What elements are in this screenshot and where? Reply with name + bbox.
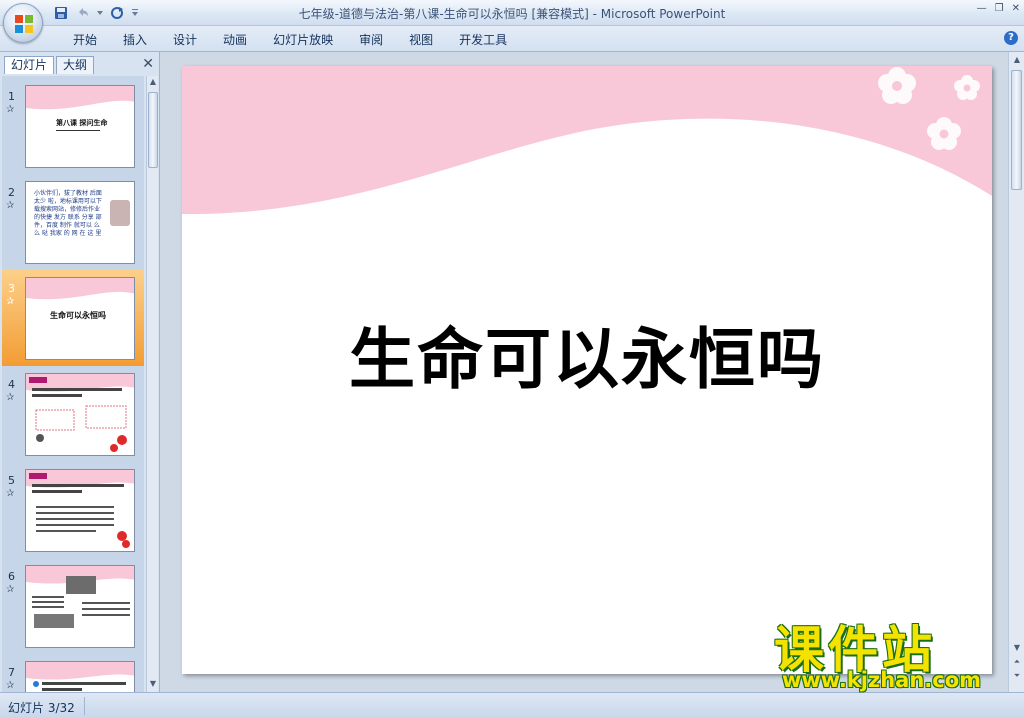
slide-number: 7 bbox=[8, 666, 15, 679]
thumbnail-list: 1 ✰ 第八课 探问生命 2 ✰ 小伙伴们，拔了教材 后面太少 啦，地标课用可以… bbox=[2, 76, 144, 692]
slide-thumbnail-2[interactable]: 2 ✰ 小伙伴们，拔了教材 后面太少 啦，地标课用可以下载搜索网站，修修后作业 … bbox=[2, 174, 144, 270]
thumbnail-preview bbox=[25, 469, 135, 552]
slide-number: 3 bbox=[8, 282, 15, 295]
thumbnail-preview bbox=[25, 373, 135, 456]
thumbnail-preview: 第八课 探问生命 bbox=[25, 85, 135, 168]
thumbnail-preview bbox=[25, 565, 135, 648]
transition-icon: ✰ bbox=[6, 296, 15, 307]
tab-home[interactable]: 开始 bbox=[60, 32, 110, 48]
tab-review[interactable]: 审阅 bbox=[346, 32, 396, 48]
slides-pane: 幻灯片 大纲 ✕ 1 ✰ 第八课 探问生命 2 ✰ 小伙伴们，拔了教材 后面太少… bbox=[0, 52, 160, 692]
window-title: 七年级-道德与法治-第八课-生命可以永恒吗 [兼容模式] - Microsoft… bbox=[298, 7, 726, 21]
site-watermark: 课件站 www.kjzhan.com bbox=[770, 610, 1010, 692]
scroll-thumb[interactable] bbox=[148, 92, 158, 168]
status-divider bbox=[84, 697, 85, 715]
watermark-url: www.kjzhan.com bbox=[782, 668, 982, 692]
office-button[interactable] bbox=[3, 3, 43, 43]
transition-icon: ✰ bbox=[6, 680, 15, 691]
scroll-thumb[interactable] bbox=[1011, 70, 1022, 190]
thumbnail-title: 第八课 探问生命 bbox=[56, 119, 108, 127]
office-logo-icon bbox=[15, 15, 33, 33]
thumbnail-graphics bbox=[26, 470, 134, 548]
slide-thumbnail-1[interactable]: 1 ✰ 第八课 探问生命 bbox=[2, 78, 144, 174]
tab-animations[interactable]: 动画 bbox=[210, 32, 260, 48]
thumbnail-preview: 小伙伴们，拔了教材 后面太少 啦，地标课用可以下载搜索网站，修修后作业 的快捷 … bbox=[25, 181, 135, 264]
thumbnail-preview: 生命可以永恒吗 bbox=[25, 277, 135, 360]
thumbnail-scrollbar[interactable]: ▲ ▼ bbox=[146, 76, 158, 692]
title-underline bbox=[56, 130, 100, 131]
slide-number: 4 bbox=[8, 378, 15, 391]
tab-view[interactable]: 视图 bbox=[396, 32, 446, 48]
transition-icon: ✰ bbox=[6, 584, 15, 595]
transition-icon: ✰ bbox=[6, 392, 15, 403]
thumbnail-text: 小伙伴们，拔了教材 后面太少 啦，地标课用可以下载搜索网站，修修后作业 的快捷 … bbox=[34, 190, 102, 237]
window-controls: — ❐ ✕ bbox=[977, 3, 1020, 14]
thumbnail-preview bbox=[25, 661, 135, 692]
scroll-up-icon[interactable]: ▲ bbox=[1011, 54, 1023, 66]
transition-icon: ✰ bbox=[6, 488, 15, 499]
tab-developer[interactable]: 开发工具 bbox=[446, 32, 520, 48]
restore-button[interactable]: ❐ bbox=[995, 3, 1004, 14]
slide-thumbnail-4[interactable]: 4 ✰ bbox=[2, 366, 144, 462]
pane-tabs: 幻灯片 大纲 ✕ bbox=[2, 54, 158, 74]
slide-thumbnail-5[interactable]: 5 ✰ bbox=[2, 462, 144, 558]
slide-title[interactable]: 生命可以永恒吗 bbox=[182, 306, 992, 402]
scroll-down-icon[interactable]: ▼ bbox=[1011, 642, 1023, 654]
tab-slides[interactable]: 幻灯片 bbox=[4, 56, 55, 74]
slide-indicator: 幻灯片 3/32 bbox=[8, 701, 75, 715]
thumbnail-graphics bbox=[26, 374, 134, 452]
scroll-down-icon[interactable]: ▼ bbox=[147, 678, 159, 690]
tab-insert[interactable]: 插入 bbox=[110, 32, 160, 48]
slide-editing-area: 生命可以永恒吗 bbox=[162, 52, 1007, 692]
slide-thumbnail-3[interactable]: 3 ✰ 生命可以永恒吗 bbox=[2, 270, 144, 366]
transition-icon: ✰ bbox=[6, 104, 15, 115]
editor-scrollbar[interactable]: ▲ ▼ ⏶ ⏷ bbox=[1008, 52, 1024, 692]
status-bar: 幻灯片 3/32 bbox=[0, 692, 1024, 718]
ribbon-tab-bar: 开始 插入 设计 动画 幻灯片放映 审阅 视图 开发工具 ? bbox=[0, 26, 1024, 52]
tab-slideshow[interactable]: 幻灯片放映 bbox=[260, 32, 346, 48]
close-pane-icon[interactable]: ✕ bbox=[142, 57, 154, 71]
slide-number: 2 bbox=[8, 186, 15, 199]
minimize-button[interactable]: — bbox=[977, 3, 987, 14]
slide-number: 5 bbox=[8, 474, 15, 487]
next-slide-icon[interactable]: ⏷ bbox=[1011, 670, 1023, 682]
slide-thumbnail-6[interactable]: 6 ✰ bbox=[2, 558, 144, 654]
thumbnail-graphics bbox=[26, 662, 134, 691]
tab-design[interactable]: 设计 bbox=[160, 32, 210, 48]
title-bar: 七年级-道德与法治-第八课-生命可以永恒吗 [兼容模式] - Microsoft… bbox=[0, 0, 1024, 26]
close-button[interactable]: ✕ bbox=[1012, 3, 1020, 14]
thumbnail-photo bbox=[110, 200, 130, 226]
ribbon-tabs: 开始 插入 设计 动画 幻灯片放映 审阅 视图 开发工具 bbox=[60, 32, 520, 48]
slide-number: 6 bbox=[8, 570, 15, 583]
slide-number: 1 bbox=[8, 90, 15, 103]
scroll-up-icon[interactable]: ▲ bbox=[147, 76, 159, 88]
current-slide[interactable]: 生命可以永恒吗 bbox=[182, 66, 992, 674]
tab-outline[interactable]: 大纲 bbox=[56, 56, 95, 74]
previous-slide-icon[interactable]: ⏶ bbox=[1011, 656, 1023, 668]
thumbnail-graphics bbox=[26, 566, 134, 628]
slide-thumbnail-7[interactable]: 7 ✰ bbox=[2, 654, 144, 692]
transition-icon: ✰ bbox=[6, 200, 15, 211]
help-icon[interactable]: ? bbox=[1004, 31, 1018, 45]
thumbnail-title: 生命可以永恒吗 bbox=[50, 311, 106, 320]
